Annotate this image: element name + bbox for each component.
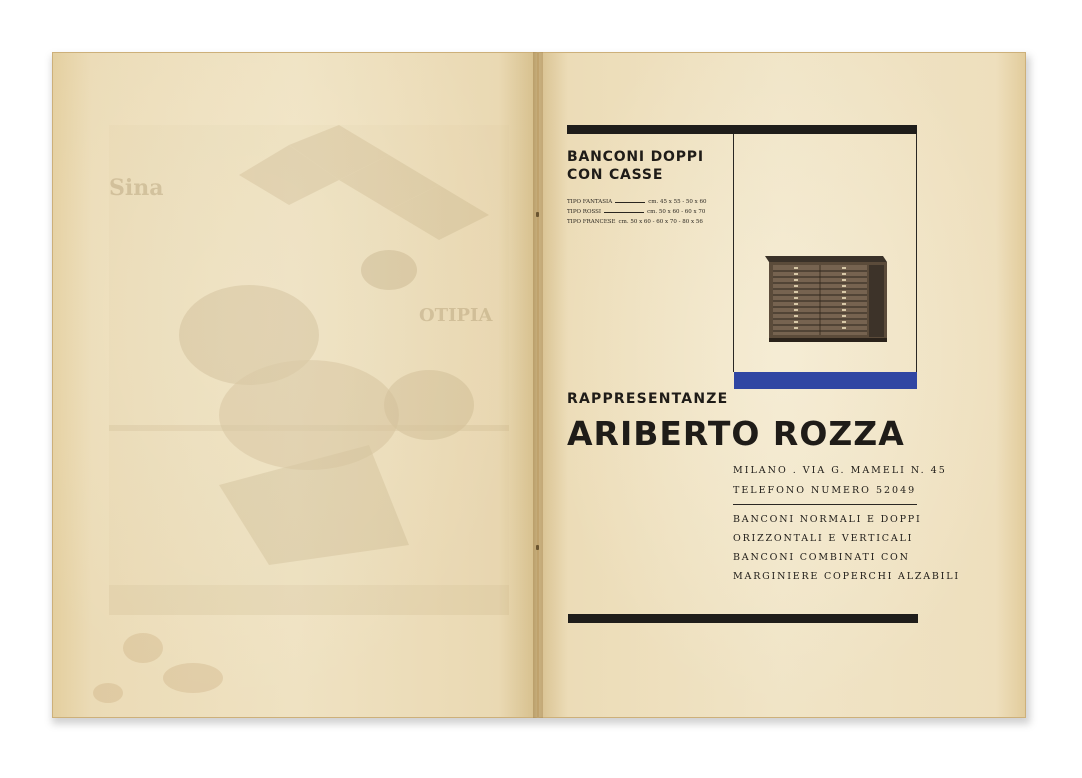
leader-line — [604, 211, 645, 213]
bleed-through-illustration — [109, 125, 509, 615]
type-sizes: cm. 50 x 60 - 60 x 70 - 80 x 56 — [618, 219, 703, 225]
left-page: OTIPIA Sina — [52, 52, 538, 718]
bleed-through-image: OTIPIA Sina — [109, 125, 509, 615]
top-rule — [567, 125, 917, 134]
type-name: TIPO FANTASIA — [567, 199, 613, 205]
headline: BANCONI DOPPI CON CASSE — [567, 148, 704, 184]
type-sizes: cm. 45 x 55 - 50 x 60 — [648, 199, 707, 205]
type-name: TIPO ROSSI — [567, 209, 602, 215]
service-item: MARGINIERE COPERCHI ALZABILI — [733, 571, 960, 582]
services-list: BANCONI NORMALI E DOPPI ORIZZONTALI E VE… — [733, 510, 960, 586]
type-name: TIPO FRANCESE — [567, 219, 616, 225]
binding-staple — [536, 212, 539, 217]
leader-line — [615, 201, 646, 203]
phone-line: TELEFONO NUMERO 52049 — [733, 485, 917, 496]
book-spine — [533, 52, 543, 718]
binding-staple — [536, 545, 539, 550]
open-booklet: OTIPIA Sina BANCONI DOPPI CON CASSE TIPO… — [0, 0, 1082, 778]
image-box-left-border — [733, 134, 734, 372]
address-line: MILANO . VIA G. MAMELI N. 45 — [733, 465, 947, 476]
service-item: BANCONI COMBINATI CON — [733, 552, 910, 563]
types-list: TIPO FANTASIA cm. 45 x 55 - 50 x 60 TIPO… — [567, 197, 707, 227]
company-name: ARIBERTO ROZZA — [567, 414, 905, 453]
headline-line-2: CON CASSE — [567, 167, 664, 183]
bottom-rule — [568, 614, 918, 623]
representation-label: RAPPRESENTANZE — [567, 391, 729, 407]
separator-rule — [733, 504, 917, 505]
type-row: TIPO FRANCESE cm. 50 x 60 - 60 x 70 - 80… — [567, 217, 707, 227]
image-box-right-border — [916, 134, 917, 372]
counter-cabinet-illustration — [763, 250, 888, 345]
type-row: TIPO FANTASIA cm. 45 x 55 - 50 x 60 — [567, 197, 707, 207]
headline-line-1: BANCONI DOPPI — [567, 149, 704, 165]
blue-accent-bar — [734, 372, 917, 389]
contact-info: MILANO . VIA G. MAMELI N. 45 TELEFONO NU… — [733, 461, 947, 501]
service-item: BANCONI NORMALI E DOPPI — [733, 514, 922, 525]
service-item: ORIZZONTALI E VERTICALI — [733, 533, 914, 544]
type-row: TIPO ROSSI cm. 50 x 60 - 60 x 70 — [567, 207, 707, 217]
type-sizes: cm. 50 x 60 - 60 x 70 — [647, 209, 706, 215]
